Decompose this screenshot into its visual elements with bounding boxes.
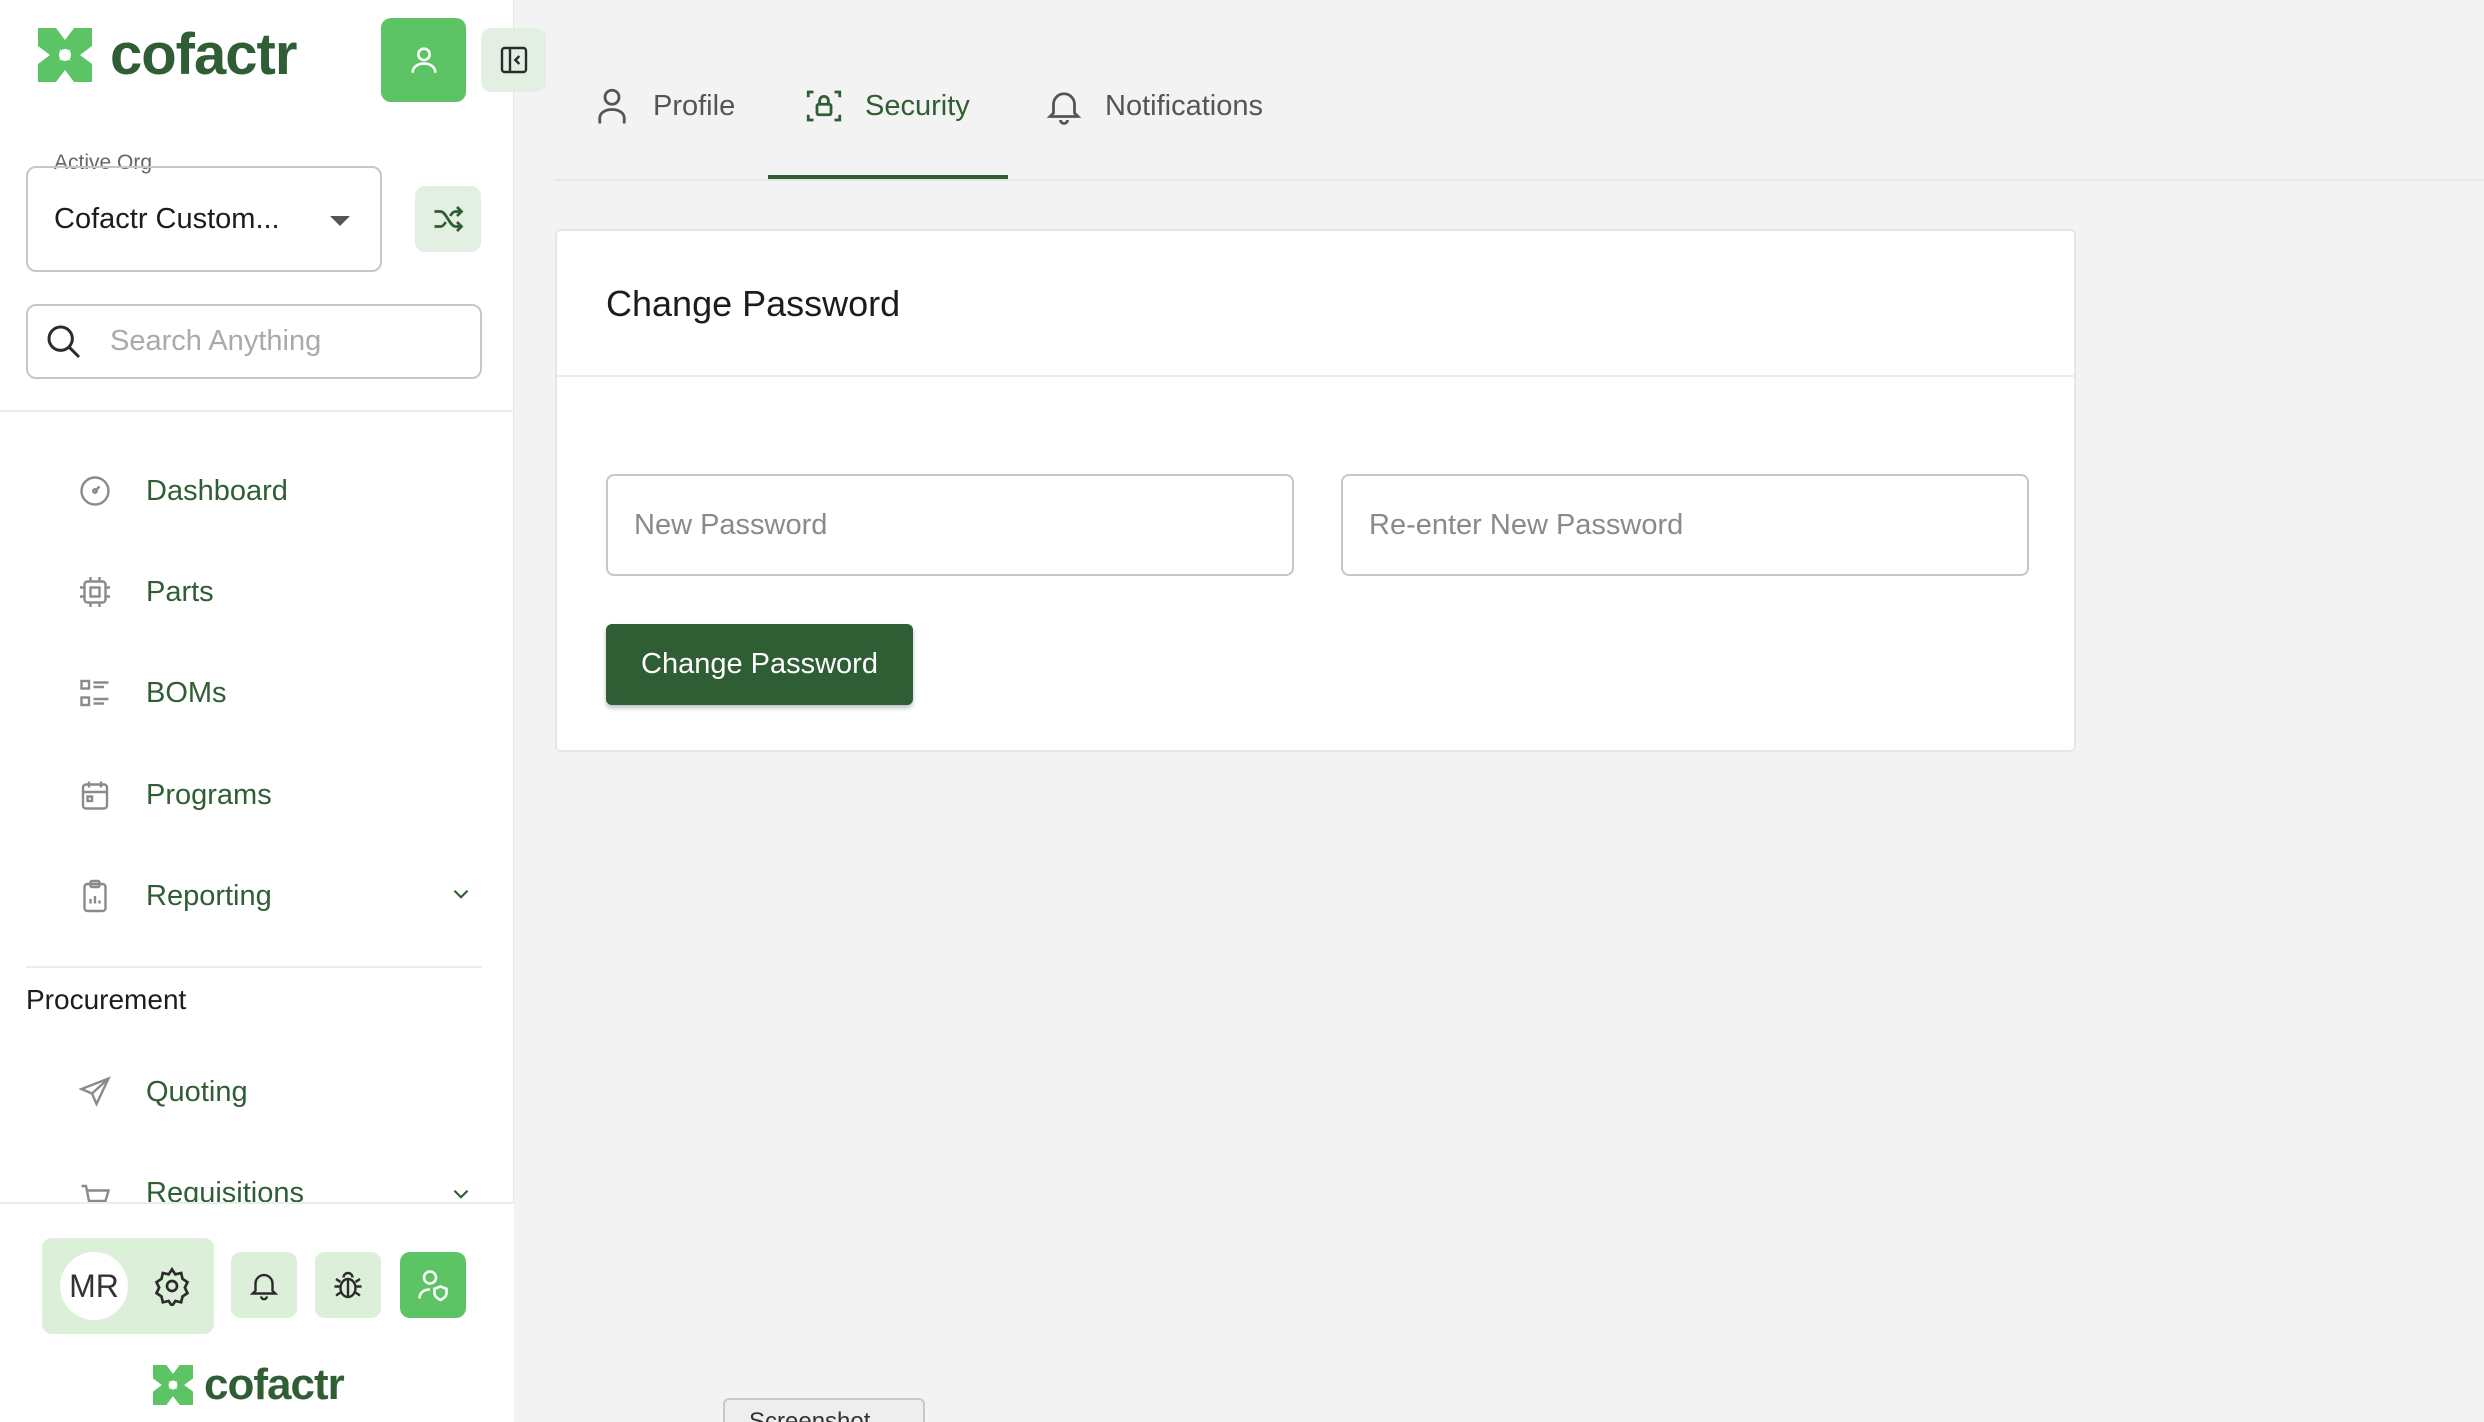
section-title-procurement: Procurement [26,984,187,1015]
bug-icon [334,1271,362,1299]
sidebar-divider [0,410,514,412]
sidebar-divider [26,966,482,968]
user-admin-button[interactable] [400,1252,466,1318]
sidebar-item-requisitions[interactable]: Requisitions [74,1157,474,1202]
bell-icon [1046,92,1082,125]
sidebar-item-label: Quoting [146,1075,248,1108]
sidebar: cofactr Active Org Cofactr Custom... Das… [0,0,546,1422]
chevron-down-icon[interactable] [448,1181,474,1202]
list-icon [74,672,116,714]
lock-scan-icon [806,90,842,122]
sidebar-footer: MR cofactr [0,1202,514,1422]
shuffle-icon [434,206,464,232]
sidebar-item-boms[interactable]: BOMs [74,658,474,728]
tab-label: Profile [653,89,736,122]
avatar[interactable]: MR [60,1252,128,1320]
report-bug-button[interactable] [315,1252,381,1318]
change-password-button[interactable]: Change Password [606,624,913,705]
tab-security[interactable]: Security [803,78,970,134]
card-divider [557,375,2074,377]
calendar-icon [74,774,116,816]
search-input[interactable] [110,325,450,358]
sidebar-item-label: Programs [146,778,272,811]
screenshot-tab[interactable]: Screenshot [723,1398,925,1422]
sidebar-item-dashboard[interactable]: Dashboard [74,456,474,526]
switch-org-button[interactable] [415,186,481,252]
chip-icon [74,571,116,613]
brand-name: cofactr [110,22,297,87]
sidebar-item-label: Parts [146,575,214,608]
brand-logo[interactable]: cofactr [34,22,297,87]
person-icon [410,47,437,73]
clipboard-chart-icon [74,875,116,917]
settings-tabs: Profile Security Notifications [555,0,2484,181]
active-org-select[interactable]: Cofactr Custom... [26,166,382,272]
card-title: Change Password [606,283,901,324]
send-icon [74,1071,116,1113]
sidebar-item-parts[interactable]: Parts [74,557,474,627]
cart-icon [74,1177,116,1202]
search-icon [47,325,81,358]
sidebar-item-label: Requisitions [146,1177,304,1202]
collapse-sidebar-button[interactable] [481,28,546,92]
cofactr-logo-icon [38,28,92,82]
sidebar-item-reporting[interactable]: Reporting [74,861,474,931]
user-menu-button[interactable] [381,18,466,102]
new-password-field[interactable] [606,474,1294,576]
profile-settings-group: MR [42,1238,214,1334]
caret-down-icon [330,216,350,226]
tab-notifications[interactable]: Notifications [1043,78,1263,134]
notifications-button[interactable] [231,1252,297,1318]
sidebar-item-label: Reporting [146,879,272,912]
gauge-icon [74,470,116,512]
tab-label: Security [865,89,970,122]
user-shield-icon [418,1270,448,1302]
person-icon [598,88,626,124]
tab-label: Notifications [1105,89,1263,122]
reenter-password-field[interactable] [1341,474,2029,576]
bell-icon [249,1273,279,1301]
chevron-down-icon[interactable] [448,881,474,912]
gear-icon[interactable] [152,1266,192,1311]
search-box [26,304,482,379]
active-org-value: Cofactr Custom... [54,202,280,235]
sidebar-item-programs[interactable]: Programs [74,760,474,830]
cofactr-logo-icon [152,1364,194,1406]
sidebar-item-label: BOMs [146,676,227,709]
sidebar-item-label: Dashboard [146,474,288,507]
sidebar-collapse-icon [500,46,527,74]
tab-profile[interactable]: Profile [591,78,735,134]
active-tab-indicator [768,175,1008,179]
footer-logo: cofactr [150,1360,345,1409]
change-password-card: Change Password Change Password [555,229,2076,752]
brand-name: cofactr [204,1360,345,1409]
sidebar-item-quoting[interactable]: Quoting [74,1057,474,1127]
